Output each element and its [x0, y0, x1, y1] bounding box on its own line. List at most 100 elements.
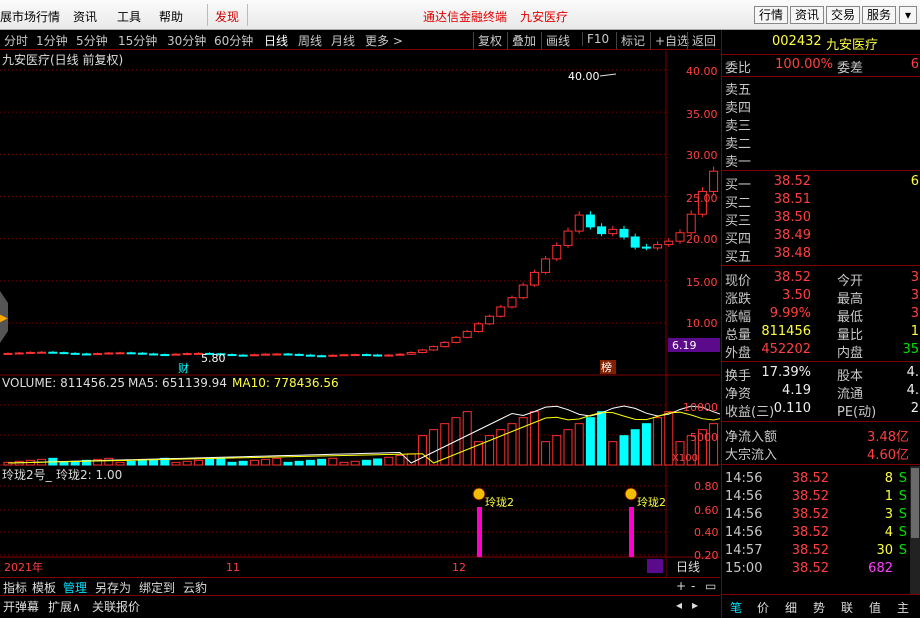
- volume-bar: [137, 459, 147, 466]
- volume-bar: [305, 459, 315, 466]
- mark-button[interactable]: 标记: [616, 32, 645, 49]
- period-60min[interactable]: 60分钟: [214, 32, 253, 49]
- candle-body: [137, 352, 147, 355]
- volume-bar: [272, 457, 282, 466]
- candle-body: [709, 170, 719, 192]
- zoom-out-icon[interactable]: -: [691, 579, 695, 593]
- volume-bar: [429, 429, 439, 466]
- tab-value[interactable]: 值: [869, 599, 881, 616]
- volume-bar: [227, 461, 237, 466]
- tab-tick[interactable]: 笔: [730, 599, 742, 616]
- candle-body: [317, 355, 327, 358]
- tab-save-as[interactable]: 另存为: [95, 579, 131, 596]
- signal-icon: [472, 487, 486, 501]
- period-15min[interactable]: 15分钟: [118, 32, 157, 49]
- overlay-button[interactable]: 叠加: [507, 32, 536, 49]
- stock-code: 002432: [772, 34, 822, 49]
- trade-button[interactable]: 交易: [826, 6, 861, 24]
- news-button[interactable]: 资讯: [790, 6, 825, 24]
- related-quote-button[interactable]: 关联报价: [92, 598, 140, 615]
- period-monthly[interactable]: 月线: [331, 32, 355, 49]
- buy-row-3[interactable]: 买三 38.50: [722, 209, 920, 229]
- settings-icon[interactable]: ▭: [705, 579, 716, 593]
- finance-marker[interactable]: 财: [178, 361, 189, 375]
- chart-title: 九安医疗(日线 前复权): [2, 52, 123, 67]
- tab-indicator[interactable]: 指标: [3, 579, 27, 596]
- stat-row-pct: 涨幅 9.99% 最低 3: [725, 306, 919, 325]
- volume-bar: [193, 459, 203, 466]
- back-button[interactable]: 返回: [687, 32, 716, 49]
- candle-body: [238, 354, 248, 357]
- window-menu-icon[interactable]: ▾: [899, 6, 917, 24]
- candle-body: [126, 352, 136, 355]
- buy-row-1[interactable]: 买一 38.52 6: [722, 173, 920, 193]
- volume-bar: [518, 417, 528, 466]
- service-button[interactable]: 服务: [862, 6, 897, 24]
- tick-row: 14:56 38.52 8 S: [725, 471, 907, 486]
- page-prev-icon[interactable]: ◂: [676, 598, 682, 612]
- tab-manage[interactable]: 管理: [63, 579, 87, 596]
- period-daily[interactable]: 日线: [264, 32, 288, 49]
- menu-help[interactable]: 帮助: [159, 8, 183, 25]
- candle-body: [227, 354, 237, 357]
- candle-body: [552, 244, 562, 260]
- period-weekly[interactable]: 周线: [298, 32, 322, 49]
- candle-body: [3, 352, 13, 355]
- scroll-left-icon[interactable]: ▶: [0, 313, 8, 324]
- menu-news[interactable]: 资讯: [73, 8, 97, 25]
- current-price-tag: 6.19: [672, 339, 697, 352]
- billboard-marker[interactable]: 榜: [601, 360, 612, 374]
- quote-button[interactable]: 行情: [754, 6, 789, 24]
- price-axis-20: 20.00: [686, 233, 718, 246]
- volume-bar: [317, 458, 327, 466]
- menu-discover[interactable]: 发现: [215, 8, 239, 25]
- buy-row-4[interactable]: 买四 38.49: [722, 227, 920, 247]
- signal-bar: [629, 507, 634, 557]
- tab-cloud[interactable]: 云豹: [183, 579, 207, 596]
- tick-scrollbar[interactable]: [910, 466, 920, 594]
- volume-bar: [619, 435, 629, 466]
- zoom-in-icon[interactable]: +: [676, 579, 686, 593]
- add-watchlist-button[interactable]: +自选: [650, 32, 689, 49]
- candle-body: [485, 315, 495, 325]
- candle-body: [182, 353, 192, 356]
- menu-tools[interactable]: 工具: [117, 8, 141, 25]
- tab-trend[interactable]: 势: [813, 599, 825, 616]
- menu-market[interactable]: 展市场行情: [0, 8, 60, 25]
- buy-row-5[interactable]: 买五 38.48: [722, 245, 920, 265]
- volume-bar: [205, 458, 215, 466]
- candle-body: [664, 240, 674, 246]
- buy-row-2[interactable]: 买二 38.51: [722, 191, 920, 211]
- stock-title: 九安医疗: [520, 10, 569, 24]
- page-next-icon[interactable]: ▸: [692, 598, 698, 612]
- tick-row: 14:56 38.52 1 S: [725, 489, 907, 504]
- tab-link[interactable]: 联: [841, 599, 853, 616]
- candle-body: [249, 354, 259, 357]
- candle-body: [59, 352, 69, 355]
- kline-chart[interactable]: 玲珑2 玲珑2 九安医疗(日线 前复权) 40.00 5.80 财 榜 40.00…: [0, 51, 720, 577]
- period-5min[interactable]: 5分钟: [76, 32, 108, 49]
- candle-body: [653, 244, 663, 249]
- period-more[interactable]: 更多 >: [365, 32, 403, 49]
- adjust-button[interactable]: 复权: [473, 32, 502, 49]
- draw-button[interactable]: 画线: [541, 32, 570, 49]
- tab-price[interactable]: 价: [757, 599, 769, 616]
- price-axis-30: 30.00: [686, 149, 718, 162]
- tab-detail[interactable]: 细: [785, 599, 797, 616]
- date-label-nov: 11: [226, 561, 240, 574]
- sell-1-label: 卖一: [725, 155, 752, 170]
- period-tick[interactable]: 分时: [4, 32, 28, 49]
- volume-bar: [608, 441, 618, 466]
- tab-template[interactable]: 模板: [32, 579, 56, 596]
- candle-body: [518, 284, 528, 299]
- f10-button[interactable]: F10: [582, 32, 609, 46]
- danmu-button[interactable]: 开弹幕: [3, 598, 39, 615]
- weibi-row: 委比 100.00% 委差 6: [725, 57, 919, 76]
- candle-body: [417, 349, 427, 354]
- expand-button[interactable]: 扩展∧: [48, 598, 81, 615]
- candle-body: [686, 213, 696, 234]
- tab-main[interactable]: 主: [897, 599, 909, 616]
- period-1min[interactable]: 1分钟: [36, 32, 68, 49]
- period-30min[interactable]: 30分钟: [167, 32, 206, 49]
- tab-bind[interactable]: 绑定到: [139, 579, 175, 596]
